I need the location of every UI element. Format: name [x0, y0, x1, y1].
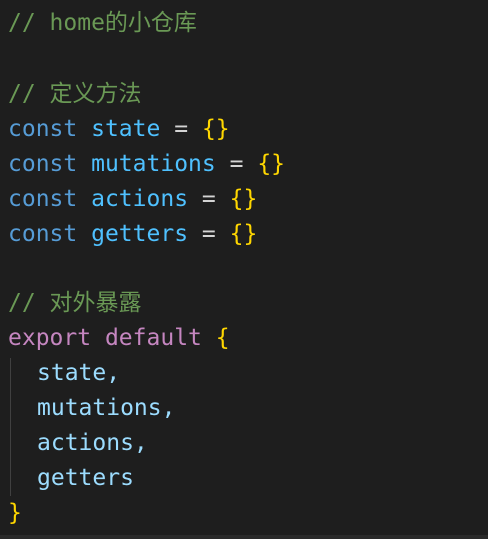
code-line-getters: const getters = {}: [8, 217, 257, 252]
variable-name: actions: [91, 186, 189, 212]
indent-guide: [10, 358, 11, 496]
export-item-actions: actions,: [37, 430, 148, 456]
export-keyword: export: [8, 325, 92, 351]
assign-operator: =: [174, 116, 189, 142]
variable-name: state: [91, 116, 161, 142]
object-literal: {}: [201, 116, 230, 142]
export-item-getters: getters: [37, 465, 134, 491]
export-item-mutations: mutations,: [37, 395, 176, 421]
assign-operator: =: [201, 221, 216, 247]
export-item-state: state,: [37, 360, 121, 386]
assign-operator: =: [201, 186, 216, 212]
comment-line-define: // 定义方法: [8, 81, 142, 107]
code-line-state: const state = {}: [8, 112, 230, 147]
object-literal: {}: [229, 221, 258, 247]
code-line-export-default: export default {: [8, 321, 230, 356]
comment-line-home: // home的小仓库: [8, 10, 197, 36]
object-literal: {}: [257, 151, 286, 177]
const-keyword: const: [8, 186, 78, 212]
code-line-actions: const actions = {}: [8, 182, 257, 217]
comment-line-export: // 对外暴露: [8, 290, 142, 316]
variable-name: mutations: [91, 151, 216, 177]
variable-name: getters: [91, 221, 189, 247]
const-keyword: const: [8, 116, 78, 142]
object-literal: {}: [229, 186, 258, 212]
code-editor[interactable]: // home的小仓库 // 定义方法 const state = {} con…: [0, 0, 488, 539]
assign-operator: =: [229, 151, 244, 177]
open-brace: {: [215, 325, 230, 351]
const-keyword: const: [8, 221, 78, 247]
code-line-mutations: const mutations = {}: [8, 147, 285, 182]
const-keyword: const: [8, 151, 78, 177]
horizontal-scrollbar[interactable]: [0, 535, 488, 539]
close-brace: }: [8, 500, 22, 526]
default-keyword: default: [104, 325, 202, 351]
